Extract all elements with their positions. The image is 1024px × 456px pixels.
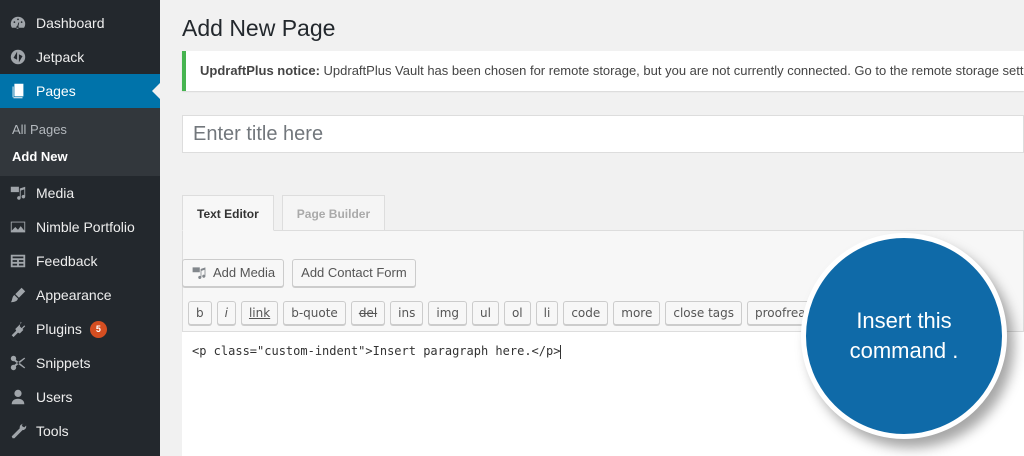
qt-del-button[interactable]: del (350, 301, 386, 325)
pages-icon (8, 81, 28, 101)
snippets-icon (8, 353, 28, 373)
users-icon (8, 387, 28, 407)
appearance-icon (8, 285, 28, 305)
qt-more-button[interactable]: more (613, 301, 661, 325)
qt-ol-button[interactable]: ol (503, 301, 531, 325)
feedback-icon (8, 251, 28, 271)
sidebar-item-users[interactable]: Users (0, 380, 160, 414)
sidebar-item-feedback[interactable]: Feedback (0, 244, 160, 278)
sidebar-item-label: Pages (36, 83, 76, 99)
qt-link-button[interactable]: link (240, 301, 279, 325)
add-contact-form-button[interactable]: Add Contact Form (292, 259, 416, 287)
notice-text: UpdraftPlus Vault has been chosen for re… (319, 63, 1024, 78)
notice-label: UpdraftPlus notice: (200, 63, 320, 78)
tools-icon (8, 421, 28, 441)
qt-code-button[interactable]: code (563, 301, 609, 325)
qt-bquote-button[interactable]: b-quote (283, 301, 346, 325)
portfolio-icon (8, 217, 28, 237)
sidebar-item-label: Tools (36, 423, 69, 439)
qt-li-button[interactable]: li (535, 301, 559, 325)
tab-page-builder[interactable]: Page Builder (281, 195, 386, 231)
pages-submenu: All Pages Add New (0, 108, 160, 176)
qt-italic-button[interactable]: i (216, 301, 236, 325)
callout-line-2: command . (849, 338, 959, 363)
admin-sidebar: Dashboard Jetpack Pages All Pages Add Ne… (0, 0, 160, 456)
sidebar-item-jetpack[interactable]: Jetpack (0, 40, 160, 74)
callout-line-1: Insert this (856, 308, 952, 333)
qt-bold-button[interactable]: b (188, 301, 212, 325)
add-media-label: Add Media (213, 265, 276, 280)
media-icon (8, 183, 28, 203)
text-caret (560, 344, 562, 359)
plugins-update-badge: 5 (89, 320, 107, 338)
sidebar-item-plugins[interactable]: Plugins 5 (0, 312, 160, 346)
tab-text-editor[interactable]: Text Editor (182, 195, 274, 231)
sidebar-item-label: Jetpack (36, 49, 85, 65)
sidebar-item-appearance[interactable]: Appearance (0, 278, 160, 312)
qt-ul-button[interactable]: ul (472, 301, 499, 325)
editor-tabs: Text Editor Page Builder (182, 195, 393, 231)
sidebar-item-snippets[interactable]: Snippets (0, 346, 160, 380)
callout-bubble: Insert this command . (801, 233, 1007, 439)
sidebar-item-nimble-portfolio[interactable]: Nimble Portfolio (0, 210, 160, 244)
sidebar-item-label: Media (36, 185, 75, 201)
sidebar-item-media[interactable]: Media (0, 176, 160, 210)
qt-img-button[interactable]: img (428, 301, 467, 325)
dashboard-icon (8, 13, 28, 33)
submenu-add-new[interactable]: Add New (0, 143, 160, 170)
sidebar-item-label: Appearance (36, 287, 112, 303)
sidebar-item-label: Feedback (36, 253, 98, 269)
plugins-icon (8, 319, 28, 339)
title-input[interactable]: Enter title here (182, 115, 1024, 153)
submenu-all-pages[interactable]: All Pages (0, 116, 160, 143)
sidebar-item-label: Snippets (36, 355, 91, 371)
jetpack-icon (8, 47, 28, 67)
add-media-icon (192, 267, 206, 280)
updraftplus-notice: UpdraftPlus notice: UpdraftPlus Vault ha… (182, 51, 1024, 91)
page-title: Add New Page (182, 15, 336, 41)
editor-code-line: <p class="custom-indent">Insert paragrap… (192, 344, 562, 359)
qt-ins-button[interactable]: ins (390, 301, 424, 325)
media-buttons: Add Media Add Contact Form (182, 259, 424, 287)
add-media-button[interactable]: Add Media (182, 259, 285, 287)
sidebar-item-dashboard[interactable]: Dashboard (0, 6, 160, 40)
code-text: <p class="custom-indent">Insert paragrap… (192, 344, 561, 358)
sidebar-item-label: Plugins (36, 321, 82, 337)
sidebar-item-pages[interactable]: Pages (0, 74, 160, 108)
qt-close-tags-button[interactable]: close tags (665, 301, 743, 325)
sidebar-item-tools[interactable]: Tools (0, 414, 160, 448)
sidebar-item-label: Users (36, 389, 73, 405)
sidebar-item-label: Dashboard (36, 15, 105, 31)
sidebar-item-label: Nimble Portfolio (36, 219, 135, 235)
